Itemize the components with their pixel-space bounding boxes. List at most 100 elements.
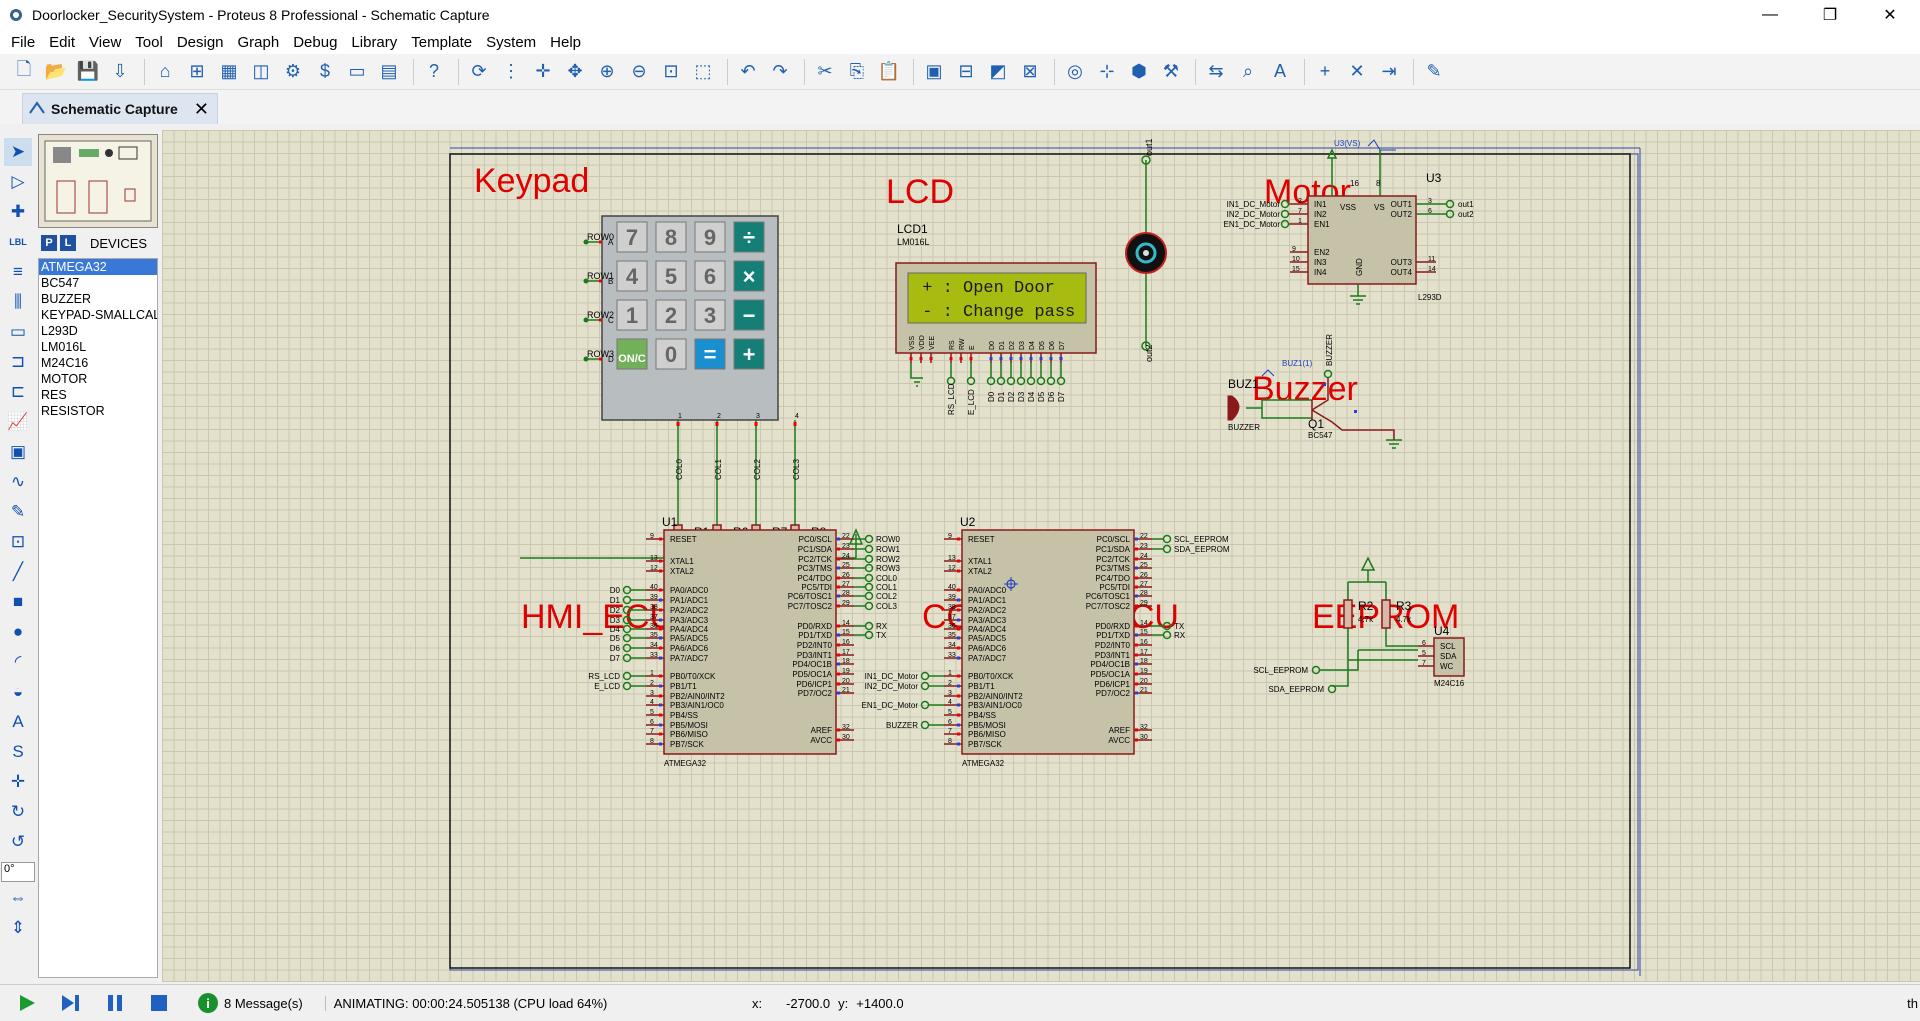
device-item[interactable]: MOTOR [39,371,157,387]
refresh-icon[interactable]: ⟳ [465,58,493,86]
device-item[interactable]: RESISTOR [39,403,157,419]
menu-help[interactable]: Help [543,34,588,51]
device-pin-icon[interactable]: ⊏ [4,378,32,406]
step-button[interactable] [54,988,88,1018]
bom-icon[interactable]: $ [311,58,339,86]
component-mode-icon[interactable]: ▷ [4,168,32,196]
resistor-r2[interactable] [1343,599,1353,629]
box-icon[interactable]: ■ [4,588,32,616]
wire-label-icon[interactable]: LBL [4,228,32,256]
simulation-icon[interactable]: ⚙ [279,58,307,86]
zoom-all-icon[interactable]: ⊡ [657,58,685,86]
design-explorer-icon[interactable]: ✎ [1420,58,1448,86]
minimize-button[interactable]: — [1740,0,1800,30]
goto-sheet-icon[interactable]: ⇥ [1375,58,1403,86]
arc-icon[interactable]: ◜ [4,648,32,676]
origin-icon[interactable]: ✛ [529,58,557,86]
block-rotate-icon[interactable]: ◩ [984,58,1012,86]
menu-tool[interactable]: Tool [128,34,170,51]
overview-preview[interactable] [38,134,158,228]
device-item[interactable]: M24C16 [39,355,157,371]
device-item[interactable]: L293D [39,323,157,339]
text-icon[interactable]: A [4,708,32,736]
mirror-vertical-icon[interactable]: ⇕ [4,914,32,942]
grid-icon[interactable]: ⋮ [497,58,525,86]
schematic-canvas[interactable]: Keypad LCD Motor Buzzer HMI_ECU CONTROL_… [162,130,1920,982]
import-icon[interactable]: ⇩ [106,58,134,86]
zoom-area-icon[interactable]: ⬚ [689,58,717,86]
menu-edit[interactable]: Edit [42,34,82,51]
new-file-icon[interactable]: 🗋 [10,58,38,86]
schematic-icon[interactable]: ⊞ [183,58,211,86]
play-button[interactable] [10,988,44,1018]
zoom-out-icon[interactable]: ⊖ [625,58,653,86]
selection-mode-icon[interactable]: ➤ [4,138,32,166]
terminal-icon[interactable]: ⊐ [4,348,32,376]
source-icon[interactable]: ▭ [343,58,371,86]
messages-indicator[interactable]: i 8 Message(s) [198,993,303,1013]
property-assign-icon[interactable]: A [1266,58,1294,86]
subcircuit-icon[interactable]: ▭ [4,318,32,346]
bus-icon[interactable]: ⫼ [4,288,32,316]
buzzer-icon[interactable] [1227,395,1240,421]
copy-icon[interactable]: ⎘ [843,58,871,86]
device-item[interactable]: RES [39,387,157,403]
pick-devices-button[interactable]: P [41,235,57,251]
symbol-icon[interactable]: S [4,738,32,766]
packaging-icon[interactable]: ⬢ [1125,58,1153,86]
pick-icon[interactable]: ◎ [1061,58,1089,86]
paste-icon[interactable]: 📋 [875,58,903,86]
pause-button[interactable] [98,988,132,1018]
line-icon[interactable]: ╱ [4,558,32,586]
close-window-button[interactable]: ✕ [1860,0,1920,30]
marker-icon[interactable]: ✛ [4,768,32,796]
new-sheet-icon[interactable]: + [1311,58,1339,86]
open-icon[interactable]: 📂 [42,58,70,86]
menu-view[interactable]: View [82,34,128,51]
mirror-horizontal-icon[interactable]: ⇔ [4,884,32,912]
device-item[interactable]: BC547 [39,275,157,291]
menu-file[interactable]: File [4,34,42,51]
close-tab-icon[interactable]: ✕ [194,99,209,120]
junction-icon[interactable]: ✚ [4,198,32,226]
maximize-button[interactable]: ❐ [1800,0,1860,30]
device-list[interactable]: ATMEGA32 BC547 BUZZER KEYPAD-SMALLCALC L… [38,258,158,978]
menu-design[interactable]: Design [170,34,231,51]
voltage-probe-icon[interactable]: ✎ [4,498,32,526]
library-manager-button[interactable]: L [60,235,76,251]
block-copy-icon[interactable]: ▣ [920,58,948,86]
rotate-cw-icon[interactable]: ↻ [4,798,32,826]
menu-library[interactable]: Library [344,34,404,51]
block-move-icon[interactable]: ⊟ [952,58,980,86]
pan-icon[interactable]: ✥ [561,58,589,86]
device-item[interactable]: KEYPAD-SMALLCALC [39,307,157,323]
block-delete-icon[interactable]: ⊠ [1016,58,1044,86]
menu-graph[interactable]: Graph [231,34,287,51]
virtual-instrument-icon[interactable]: ⊡ [4,528,32,556]
menu-debug[interactable]: Debug [286,34,344,51]
undo-icon[interactable]: ↶ [734,58,762,86]
menu-system[interactable]: System [479,34,543,51]
zoom-in-icon[interactable]: ⊕ [593,58,621,86]
remove-sheet-icon[interactable]: ✕ [1343,58,1371,86]
device-item[interactable]: BUZZER [39,291,157,307]
pcb-icon[interactable]: ▦ [215,58,243,86]
resistor-r3[interactable] [1381,599,1391,629]
tab-schematic-capture[interactable]: Schematic Capture ✕ [22,93,218,124]
wire-autorouter-icon[interactable]: ⇆ [1202,58,1230,86]
save-icon[interactable]: 💾 [74,58,102,86]
graph-icon[interactable]: 📈 [4,408,32,436]
circle-icon[interactable]: ● [4,618,32,646]
cut-icon[interactable]: ✂ [811,58,839,86]
search-icon[interactable]: ⌕ [1234,58,1262,86]
text-script-icon[interactable]: ≡ [4,258,32,286]
make-device-icon[interactable]: ⊹ [1093,58,1121,86]
gallery-icon[interactable]: ◫ [247,58,275,86]
redo-icon[interactable]: ↷ [766,58,794,86]
menu-template[interactable]: Template [404,34,479,51]
stop-button[interactable] [142,988,176,1018]
tape-recorder-icon[interactable]: ▣ [4,438,32,466]
home-icon[interactable]: ⌂ [151,58,179,86]
device-item[interactable]: ATMEGA32 [39,259,157,275]
help-icon[interactable]: ? [420,58,448,86]
